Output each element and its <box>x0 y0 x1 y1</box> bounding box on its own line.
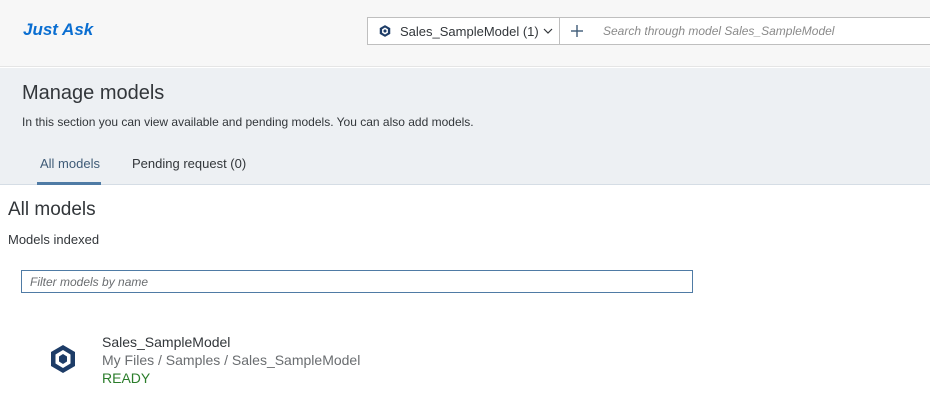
section-subtitle: Models indexed <box>8 232 100 247</box>
search-bar: Sales_SampleModel (1) <box>367 17 930 45</box>
model-name: Sales_SampleModel <box>102 334 231 350</box>
tab-all-models[interactable]: All models <box>40 156 100 171</box>
cube-icon <box>379 25 391 37</box>
tab-selected-indicator <box>37 182 101 185</box>
cube-icon <box>51 345 75 373</box>
search-input[interactable] <box>594 18 930 44</box>
filter-models-input[interactable] <box>21 270 693 293</box>
model-selector-label: Sales_SampleModel (1) <box>400 23 539 39</box>
add-model-button[interactable] <box>560 18 594 44</box>
app-title[interactable]: Just Ask <box>23 20 93 40</box>
tab-pending-request[interactable]: Pending request (0) <box>132 156 246 171</box>
chevron-down-icon <box>543 28 553 34</box>
page-header: Manage models In this section you can vi… <box>0 68 930 185</box>
page-description: In this section you can view available a… <box>22 115 474 129</box>
model-selector[interactable]: Sales_SampleModel (1) <box>368 18 560 44</box>
list-item[interactable]: Sales_SampleModel My Files / Samples / S… <box>40 330 440 390</box>
model-path: My Files / Samples / Sales_SampleModel <box>102 352 361 368</box>
page-title: Manage models <box>22 82 165 104</box>
section-title: All models <box>8 199 96 220</box>
plus-icon <box>571 25 583 37</box>
status-badge: READY <box>102 370 151 386</box>
top-bar: Just Ask Sales_SampleModel (1) <box>0 0 930 67</box>
